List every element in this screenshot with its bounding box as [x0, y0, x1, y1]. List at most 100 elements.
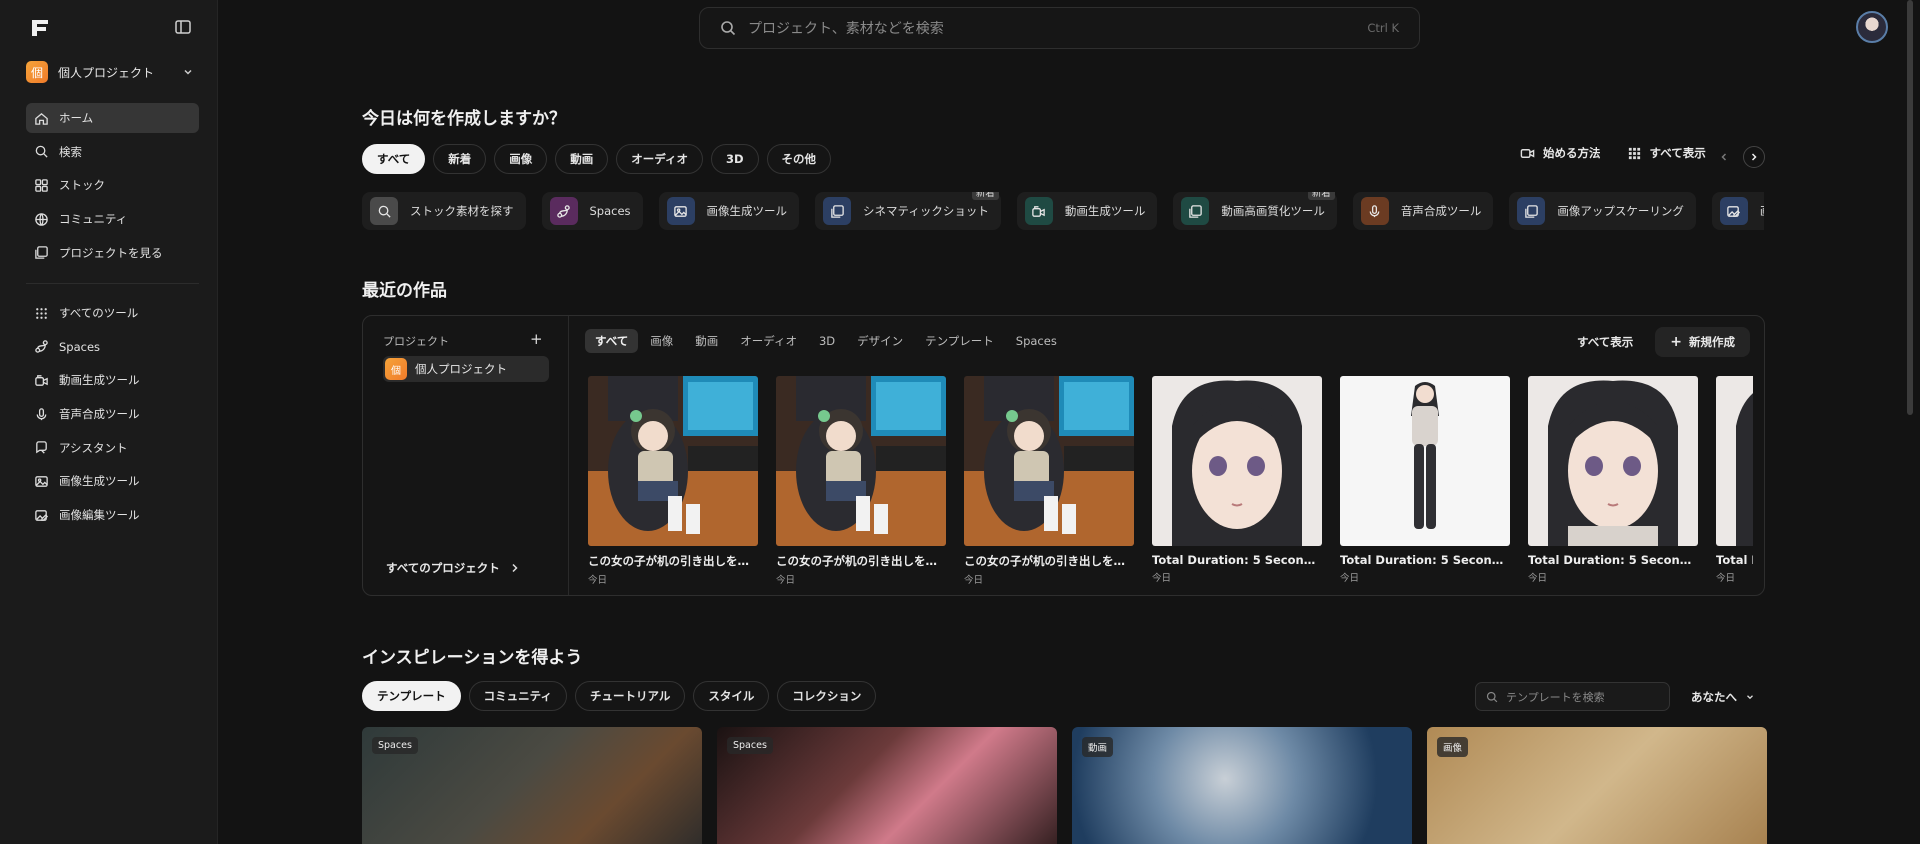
grid-icon	[1628, 147, 1640, 159]
sidebar-item-label: コミュニティ	[59, 212, 128, 227]
recent-actions: すべて表示 + 新規作成	[1567, 327, 1750, 357]
card-category-tag: 動画	[1082, 737, 1114, 757]
sidebar-item-apps[interactable]: すべてのツール	[26, 298, 199, 328]
recent-filter-tab[interactable]: オーディオ	[730, 329, 807, 353]
create-filter-chip[interactable]: その他	[766, 144, 832, 174]
recent-item-thumbnail[interactable]	[964, 376, 1134, 546]
carousel-next-button[interactable]	[1743, 146, 1765, 168]
project-avatar: 個	[385, 358, 407, 380]
tool-shortcut[interactable]: 画像生成ツール	[658, 192, 800, 230]
recent-filter-tab[interactable]: 画像	[640, 329, 683, 353]
globe-icon	[35, 212, 48, 226]
tool-icon-tile	[1024, 197, 1053, 225]
inspiration-filter-chip[interactable]: コミュニティ	[468, 681, 567, 711]
project-switcher[interactable]: 個 個人プロジェクト	[26, 60, 194, 84]
tool-shortcut[interactable]: 画像編集ツール	[1711, 192, 1764, 230]
sidebar-collapse-icon[interactable]	[174, 18, 192, 36]
create-filter-chip[interactable]: 画像	[494, 144, 548, 174]
project-avatar: 個	[26, 61, 48, 83]
sidebar-item-grid[interactable]: ストック	[26, 170, 199, 200]
add-project-button[interactable]: +	[530, 330, 543, 348]
sidebar-item-label: 音声合成ツール	[59, 407, 140, 422]
recent-item-thumbnail[interactable]	[1528, 376, 1698, 546]
tool-label: 動画生成ツール	[1064, 204, 1146, 218]
global-search[interactable]: プロジェクト、素材などを検索 Ctrl K	[699, 7, 1420, 49]
freepik-logo[interactable]	[30, 18, 50, 38]
tool-icon-tile	[1360, 197, 1389, 225]
tool-shortcut[interactable]: 動画高画質化ツール 新着	[1173, 192, 1337, 230]
inspiration-card[interactable]: Spaces	[717, 727, 1057, 844]
recent-item-date: 今日	[588, 575, 608, 586]
sort-label: あなたへ	[1691, 690, 1737, 704]
recent-item-thumbnail[interactable]	[1152, 376, 1322, 546]
inspiration-filter-chip[interactable]: コレクション	[777, 681, 877, 711]
recent-item-card[interactable]: Total Duration: 5 Seconds St... 今日	[1528, 376, 1698, 586]
recent-filter-tab[interactable]: デザイン	[847, 329, 913, 353]
recent-filter-tab[interactable]: 3D	[809, 329, 845, 353]
inspiration-card[interactable]: 動画	[1072, 727, 1412, 844]
tool-shortcut[interactable]: 音声合成ツール	[1352, 192, 1494, 230]
scrollbar-thumb[interactable]	[1907, 0, 1913, 415]
folder-icon	[35, 246, 48, 260]
tool-shortcut[interactable]: 動画生成ツール	[1016, 192, 1158, 230]
sort-dropdown[interactable]: あなたへ	[1691, 689, 1755, 705]
sidebar-item-label: ストック	[59, 178, 105, 193]
recent-item-thumbnail[interactable]	[1340, 376, 1510, 546]
create-filter-chip[interactable]: オーディオ	[616, 144, 703, 174]
sidebar-item-search[interactable]: 検索	[26, 137, 199, 167]
recent-item-card[interactable]: Total D 今日	[1716, 376, 1753, 586]
recent-item-card[interactable]: Total Duration: 5 Seconds Fr... 今日	[1152, 376, 1322, 586]
recent-filter-tab[interactable]: 動画	[685, 329, 728, 353]
template-search-input[interactable]: テンプレートを検索	[1475, 682, 1670, 711]
inspiration-card[interactable]: 画像	[1427, 727, 1767, 844]
inspiration-filter-chip[interactable]: テンプレート	[362, 681, 461, 711]
tool-shortcut[interactable]: 画像アップスケーリング	[1509, 192, 1696, 230]
tool-shortcut[interactable]: Spaces	[541, 192, 643, 230]
inspiration-card[interactable]: Spaces	[362, 727, 702, 844]
recent-filter-tab[interactable]: Spaces	[1006, 329, 1067, 353]
tools-carousel-nav	[1713, 146, 1765, 168]
create-filter-chip[interactable]: 新着	[433, 144, 487, 174]
all-projects-link[interactable]: すべてのプロジェクト	[386, 560, 519, 576]
tool-shortcut[interactable]: ストック素材を探す	[362, 192, 526, 230]
recent-panel: プロジェクト + 個 個人プロジェクト すべてのプロジェクト すべて 画像 動画 オー…	[362, 315, 1765, 596]
template-search-placeholder: テンプレートを検索	[1506, 690, 1605, 704]
carousel-prev-button[interactable]	[1713, 146, 1735, 168]
project-list-item[interactable]: 個 個人プロジェクト	[383, 356, 549, 382]
recent-item-card[interactable]: この女の子が机の引き出しを開け... 今日	[588, 376, 758, 586]
create-filter-chip[interactable]: すべて	[362, 144, 426, 174]
recent-item-card[interactable]: この女の子が机の引き出しを開け... 今日	[776, 376, 946, 586]
new-creation-button[interactable]: + 新規作成	[1655, 327, 1750, 357]
show-all-tools-button[interactable]: すべて表示	[1627, 145, 1706, 161]
recent-item-thumbnail[interactable]	[776, 376, 946, 546]
sidebar-item-mic[interactable]: 音声合成ツール	[26, 399, 199, 429]
recent-item-title: この女の子が机の引き出しを開け...	[776, 554, 946, 568]
inspiration-filter-chip[interactable]: チュートリアル	[574, 681, 686, 711]
sidebar-item-assistant[interactable]: アシスタント	[26, 433, 199, 463]
how-to-start-button[interactable]: 始める方法	[1520, 145, 1601, 161]
inspiration-filter-chip[interactable]: スタイル	[693, 681, 770, 711]
recent-filter-tab[interactable]: テンプレート	[915, 329, 1004, 353]
sidebar-item-spaces[interactable]: Spaces	[26, 332, 199, 362]
tool-shortcut[interactable]: シネマティックショット 新着	[815, 192, 1001, 230]
recent-item-title: Total Duration: 5 Seconds Fr...	[1340, 553, 1510, 567]
tool-label: 画像アップスケーリング	[1557, 204, 1684, 218]
tool-label: 動画高画質化ツール	[1221, 204, 1325, 218]
recent-filter-tab[interactable]: すべて	[585, 329, 639, 353]
recent-filter-tabs: すべて 画像 動画 オーディオ 3D デザイン テンプレート Spaces	[585, 329, 1067, 353]
sidebar-item-folder[interactable]: プロジェクトを見る	[26, 238, 199, 268]
sidebar-item-video[interactable]: 動画生成ツール	[26, 365, 199, 395]
recent-show-all-link[interactable]: すべて表示	[1567, 334, 1643, 350]
sidebar-item-image[interactable]: 画像生成ツール	[26, 466, 199, 496]
recent-item-thumbnail[interactable]	[1716, 376, 1753, 546]
user-avatar[interactable]	[1856, 11, 1888, 43]
sidebar-item-home[interactable]: ホーム	[26, 103, 199, 133]
recent-item-thumbnail[interactable]	[588, 376, 758, 546]
sidebar-item-image-edit[interactable]: 画像編集ツール	[26, 500, 199, 530]
sidebar-item-globe[interactable]: コミュニティ	[26, 204, 199, 234]
recent-item-card[interactable]: この女の子が机の引き出しを開け... 今日	[964, 376, 1134, 586]
how-to-start-label: 始める方法	[1543, 146, 1601, 160]
create-filter-chip[interactable]: 動画	[555, 144, 609, 174]
recent-item-card[interactable]: Total Duration: 5 Seconds Fr... 今日	[1340, 376, 1510, 586]
create-filter-chip[interactable]: 3D	[710, 144, 759, 174]
